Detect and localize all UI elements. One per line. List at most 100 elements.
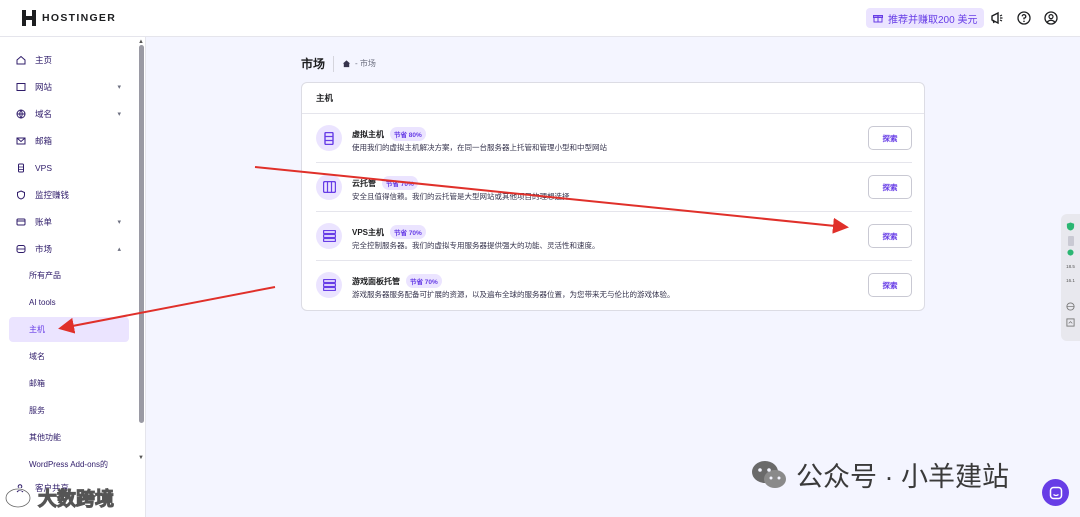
wechat-icon (752, 460, 786, 488)
watermark-right-text: 公众号 · 小羊建站 (796, 462, 1009, 492)
discount-badge: 节省 70% (390, 225, 426, 239)
referral-label: 推荐并赚取200 美元 (888, 14, 978, 26)
chevron-down-icon: ▾ (117, 219, 121, 226)
sidebar-item-label: VPS (35, 162, 53, 173)
shield-icon (15, 189, 27, 201)
status-dot-icon[interactable] (1066, 249, 1075, 257)
watermark-left-text: 大数跨境 (37, 489, 115, 511)
screenshot-icon[interactable] (1066, 318, 1075, 328)
sidebar-item-label: 域名 (35, 108, 53, 119)
watermark-logo-icon (4, 487, 32, 508)
sidebar-item-label: 账单 (35, 216, 53, 227)
page-title: 市场 (301, 57, 326, 71)
discount-badge: 节省 80% (390, 127, 426, 141)
sidebar-item-label: 主页 (35, 54, 53, 65)
sidebar-item-email[interactable]: 邮箱 (9, 128, 129, 153)
account-icon[interactable] (1042, 9, 1060, 27)
product-name: 云托管 (352, 178, 376, 188)
hostinger-logo-icon (22, 10, 36, 26)
sidebar-item-websites[interactable]: 网站 ▾ (9, 74, 129, 99)
sidebar-item-label: 市场 (35, 243, 53, 254)
sidebar-sub-all-products[interactable]: 所有产品 (9, 263, 129, 288)
server-icon (15, 162, 27, 174)
brand-name: HOSTINGER (42, 12, 117, 24)
discount-badge: 节省 70% (382, 176, 418, 190)
mail-icon (15, 135, 27, 147)
shared-hosting-icon (316, 125, 342, 151)
gift-icon (873, 15, 883, 23)
watermark-left: 大数跨境 (4, 484, 115, 511)
chat-support-button[interactable] (1042, 479, 1069, 506)
product-description: 游戏服务器服务配备可扩展的资源，以及遍布全球的服务器位置，为您带来无与伦比的游戏… (352, 290, 675, 299)
header-divider (333, 55, 335, 72)
sidebar-sub-other[interactable]: 其他功能 (9, 425, 129, 450)
home-icon (15, 54, 27, 66)
list-item: 云托管 节省 70% 安全且值得信赖。我们的云托管是大型网站或其他项目的理想选择… (316, 163, 912, 212)
explore-button[interactable]: 探索 (868, 273, 912, 297)
shield-check-icon[interactable] (1066, 222, 1075, 232)
product-description: 安全且值得信赖。我们的云托管是大型网站或其他项目的理想选择 (352, 192, 570, 201)
chat-icon (1049, 486, 1062, 499)
watermark-right: 公众号 · 小羊建站 (750, 455, 1009, 494)
referral-button[interactable]: 推荐并赚取200 美元 (866, 8, 985, 28)
globe-icon[interactable] (1066, 302, 1075, 312)
game-panel-hosting-icon (316, 272, 342, 298)
sidebar-sub-hosting[interactable]: 主机 (9, 317, 129, 342)
sidebar-item-label: 网站 (35, 81, 53, 92)
sidebar-scrollbar[interactable] (139, 45, 144, 423)
list-item: VPS主机 节省 70% 完全控制服务器。我们的虚拟专用服务器提供强大的功能、灵… (316, 212, 912, 261)
globe-icon (15, 108, 27, 120)
product-title: VPS主机 节省 70% (352, 225, 426, 239)
card-title: 主机 (302, 83, 924, 114)
list-item: 游戏面板托管 节省 70% 游戏服务器服务配备可扩展的资源，以及遍布全球的服务器… (316, 261, 912, 310)
hosting-card: 主机 虚拟主机 节省 80% 使用我们的虚拟主机解决方案，在同一台服务器上托管和… (301, 82, 925, 311)
discount-badge: 节省 70% (406, 274, 442, 288)
sidebar-sub-ai-tools[interactable]: AI tools (9, 290, 129, 315)
sidebar-item-market[interactable]: 市场 ▴ (9, 236, 129, 261)
floating-toolbar: 18.5 16.1 (1061, 214, 1080, 341)
sidebar-item-billing[interactable]: 账单 ▾ (9, 209, 129, 234)
product-title: 云托管 节省 70% (352, 176, 418, 190)
sidebar-sub-domains[interactable]: 域名 (9, 344, 129, 369)
product-title: 虚拟主机 节省 80% (352, 127, 426, 141)
logo[interactable]: HOSTINGER (22, 10, 116, 26)
product-title: 游戏面板托管 节省 70% (352, 274, 442, 288)
speed-value-1: 18.5 (1066, 264, 1075, 269)
vps-hosting-icon (316, 223, 342, 249)
sidebar-item-home[interactable]: 主页 (9, 47, 129, 72)
home-icon[interactable] (342, 59, 351, 68)
explore-button[interactable]: 探索 (868, 175, 912, 199)
top-bar: HOSTINGER 推荐并赚取200 美元 (0, 0, 1080, 37)
explore-button[interactable]: 探索 (868, 224, 912, 248)
chevron-up-icon: ▴ (117, 246, 121, 253)
product-description: 完全控制服务器。我们的虚拟专用服务器提供强大的功能、灵活性和速度。 (352, 241, 600, 250)
product-name: 游戏面板托管 (352, 276, 400, 286)
sidebar-item-vps[interactable]: VPS (9, 155, 129, 180)
sidebar: 主页 网站 ▾ 域名 ▾ 邮箱 VPS 监控赚钱 账单 ▾ 市场 ▴ 所有产品 … (0, 37, 146, 517)
breadcrumb-label[interactable]: - 市场 (355, 58, 376, 69)
sidebar-sub-email[interactable]: 邮箱 (9, 371, 129, 396)
cloud-hosting-icon (316, 174, 342, 200)
product-name: VPS主机 (352, 227, 385, 237)
chevron-down-icon: ▾ (117, 84, 121, 91)
sidebar-item-label: 监控赚钱 (35, 189, 70, 200)
sidebar-sub-wordpress-addons[interactable]: WordPress Add-ons的 (9, 452, 129, 477)
website-icon (15, 81, 27, 93)
sidebar-item-label: 邮箱 (35, 135, 53, 146)
product-description: 使用我们的虚拟主机解决方案，在同一台服务器上托管和管理小型和中型网站 (352, 143, 607, 152)
help-icon[interactable] (1015, 9, 1033, 27)
bar-icon[interactable] (1066, 236, 1075, 247)
list-item: 虚拟主机 节省 80% 使用我们的虚拟主机解决方案，在同一台服务器上托管和管理小… (316, 114, 912, 163)
sidebar-item-monitor[interactable]: 监控赚钱 (9, 182, 129, 207)
explore-button[interactable]: 探索 (868, 126, 912, 150)
market-icon (15, 243, 27, 255)
scroll-down-arrow[interactable]: ▼ (138, 455, 144, 461)
breadcrumb: - 市场 (342, 58, 376, 69)
sidebar-sub-services[interactable]: 服务 (9, 398, 129, 423)
speed-value-2: 16.1 (1066, 278, 1075, 283)
billing-icon (15, 216, 27, 228)
chevron-down-icon: ▾ (117, 111, 121, 118)
product-name: 虚拟主机 (352, 129, 384, 139)
megaphone-icon[interactable] (988, 9, 1006, 27)
sidebar-item-domains[interactable]: 域名 ▾ (9, 101, 129, 126)
